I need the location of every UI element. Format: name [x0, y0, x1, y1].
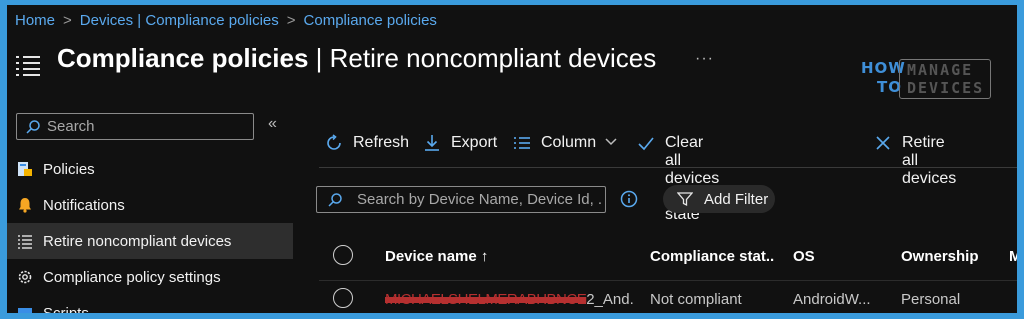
compliance-state-cell: Not compliant — [650, 291, 742, 308]
sidebar-item-compliance-policy-settings[interactable]: Compliance policy settings — [7, 259, 293, 295]
toolbar-divider — [319, 167, 1017, 168]
portal-window: Home > Devices | Compliance policies > Compl… — [7, 5, 1017, 313]
info-icon[interactable] — [620, 190, 638, 208]
list-icon — [16, 56, 40, 76]
scripts-icon — [18, 308, 32, 313]
list-icon — [18, 235, 32, 249]
sidebar-search[interactable] — [16, 113, 254, 140]
sidebar-item-label: Compliance policy settings — [43, 269, 221, 286]
page-title: Compliance policies | Retire noncomplian… — [57, 43, 656, 74]
logo-devices: DEVICES — [907, 79, 985, 97]
column-header-compliance-state[interactable]: Compliance stat... — [650, 248, 775, 265]
sidebar-search-input[interactable] — [47, 117, 247, 136]
collapse-sidebar-icon[interactable]: « — [268, 115, 277, 133]
breadcrumb-compliance-policies[interactable]: Compliance policies — [304, 12, 437, 29]
add-filter-button[interactable]: Add Filter — [663, 185, 775, 213]
search-icon — [328, 193, 342, 207]
breadcrumb-separator: > — [286, 12, 296, 29]
chevron-down-icon — [605, 138, 617, 146]
breadcrumb-home[interactable]: Home — [15, 12, 55, 29]
checkmark-icon — [638, 137, 654, 151]
gear-icon — [18, 270, 32, 284]
sidebar-item-retire-noncompliant[interactable]: Retire noncompliant devices — [7, 223, 293, 259]
row-select-radio[interactable] — [333, 288, 353, 308]
close-icon — [876, 136, 890, 150]
bell-icon — [19, 198, 31, 213]
sidebar-item-label: Scripts — [43, 305, 89, 313]
sidebar-item-label: Policies — [43, 161, 95, 178]
sidebar-item-label: Retire noncompliant devices — [43, 233, 232, 250]
search-icon — [26, 120, 40, 134]
breadcrumb: Home > Devices | Compliance policies > Compl… — [15, 12, 437, 29]
column-header-os[interactable]: OS — [793, 248, 853, 265]
grid-header: Device name ↑ Compliance stat... OS Owne… — [319, 238, 1017, 274]
column-header-device-name[interactable]: Device name ↑ — [385, 248, 515, 265]
sidebar-item-label: Notifications — [43, 197, 125, 214]
retire-all-devices-label: Retire all devices — [902, 134, 957, 187]
refresh-label: Refresh — [353, 134, 410, 151]
export-label: Export — [451, 134, 498, 151]
refresh-icon — [327, 134, 341, 150]
select-all-radio[interactable] — [333, 245, 353, 265]
add-filter-label: Add Filter — [704, 191, 769, 208]
filter-icon — [677, 192, 693, 207]
redacted-device-name: MICHAELSHELMERABHBNCE — [385, 291, 587, 308]
page-title-main: Compliance policies — [57, 43, 309, 73]
breadcrumb-devices-compliance[interactable]: Devices | Compliance policies — [80, 12, 279, 29]
policies-icon — [18, 162, 32, 176]
sidebar-item-scripts[interactable]: Scripts — [7, 295, 293, 313]
logo-manage: MANAGE — [907, 61, 974, 79]
device-name-suffix: 2_And... — [586, 291, 635, 308]
howtomanagedevices-logo: HOW TO MANAGE DEVICES — [861, 59, 991, 101]
sidebar-nav: Policies Notifications Retire noncomplia… — [7, 151, 293, 313]
columns-icon — [514, 137, 530, 149]
os-cell: AndroidW... — [793, 291, 871, 308]
column-header-ownership[interactable]: Ownership — [901, 248, 991, 265]
column-header-truncated[interactable]: M — [1009, 248, 1017, 265]
download-icon — [425, 135, 439, 151]
device-search[interactable] — [316, 186, 606, 213]
breadcrumb-separator: > — [63, 12, 72, 29]
page-title-sub: | Retire noncompliant devices — [308, 43, 657, 73]
column-label: Column — [541, 134, 597, 151]
ownership-cell: Personal — [901, 291, 961, 308]
device-search-input[interactable] — [357, 190, 602, 209]
more-options-icon[interactable]: ··· — [695, 50, 714, 68]
sidebar-item-policies[interactable]: Policies — [7, 151, 293, 187]
table-row[interactable]: MICHAELSHELMERABHBNCE2_And... Not compli… — [319, 280, 1017, 313]
sidebar-item-notifications[interactable]: Notifications — [7, 187, 293, 223]
device-name-cell[interactable]: MICHAELSHELMERABHBNCE2_And... — [385, 291, 635, 308]
